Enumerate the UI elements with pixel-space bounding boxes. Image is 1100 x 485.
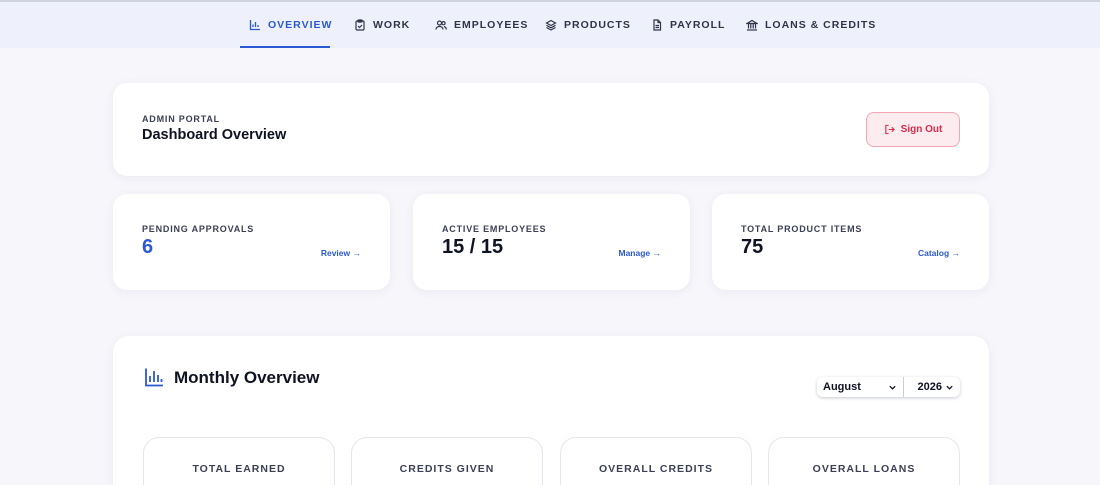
metric-label: OVERALL CREDITS (599, 463, 713, 475)
metric-overall-credits: OVERALL CREDITS (560, 437, 752, 485)
stat-value: 6 (142, 236, 154, 258)
tab-payroll-label: PAYROLL (670, 19, 726, 31)
active-tab-indicator (240, 46, 330, 48)
tab-payroll[interactable]: PAYROLL (651, 2, 725, 48)
stat-label: PENDING APPROVALS (142, 224, 255, 234)
review-link[interactable]: Review → (321, 248, 361, 258)
chevron-down-icon (946, 385, 953, 390)
bar-chart-icon (249, 20, 260, 31)
bar-chart-icon (145, 368, 163, 387)
section-title: Monthly Overview (174, 368, 320, 387)
portal-eyebrow: ADMIN PORTAL (142, 114, 220, 124)
chevron-down-icon (889, 385, 896, 390)
tab-work-label: WORK (373, 19, 411, 31)
page-title: Dashboard Overview (142, 127, 287, 143)
top-nav: OVERVIEW WORK EMPLOYEES PRODUCTS PAYROLL… (0, 2, 1100, 48)
tab-products-label: PRODUCTS (564, 19, 631, 31)
manage-link[interactable]: Manage → (618, 248, 661, 258)
tab-overview-label: OVERVIEW (268, 19, 333, 31)
tab-loans-credits-label: LOANS & CREDITS (765, 19, 877, 31)
stat-card-total-product-items: TOTAL PRODUCT ITEMS 75 Catalog → (712, 194, 989, 290)
metric-label: TOTAL EARNED (192, 463, 286, 475)
sign-out-button[interactable]: Sign Out (866, 112, 960, 147)
stat-label: ACTIVE EMPLOYEES (442, 224, 547, 234)
stat-card-active-employees: ACTIVE EMPLOYEES 15 / 15 Manage → (413, 194, 690, 290)
stat-card-pending-approvals: PENDING APPROVALS 6 Review → (113, 194, 390, 290)
year-value: 2026 (917, 381, 942, 393)
metric-label: CREDITS GIVEN (399, 463, 495, 475)
header-card: ADMIN PORTAL Dashboard Overview Sign Out (113, 83, 989, 176)
stat-label: TOTAL PRODUCT ITEMS (741, 224, 863, 234)
tab-loans-credits[interactable]: LOANS & CREDITS (746, 2, 876, 48)
period-selector: August 2026 (817, 377, 960, 397)
metric-label: OVERALL LOANS (812, 463, 916, 475)
metric-credits-given: CREDITS GIVEN (351, 437, 543, 485)
document-icon (653, 19, 662, 31)
month-value: August (823, 381, 861, 393)
sign-out-label: Sign Out (900, 124, 943, 135)
month-select[interactable]: August (817, 377, 904, 397)
logout-icon (884, 124, 895, 135)
users-icon (435, 20, 447, 30)
tab-employees-label: EMPLOYEES (454, 19, 529, 31)
stat-value: 75 (741, 236, 764, 258)
year-select[interactable]: 2026 (904, 377, 960, 397)
stat-value: 15 / 15 (442, 236, 504, 258)
tab-work[interactable]: WORK (354, 2, 410, 48)
catalog-link[interactable]: Catalog → (918, 248, 960, 258)
metric-total-earned: TOTAL EARNED (143, 437, 335, 485)
clipboard-icon (355, 19, 365, 31)
tab-products[interactable]: PRODUCTS (545, 2, 631, 48)
layers-icon (545, 19, 557, 31)
monthly-overview-card: Monthly Overview August 2026 TOTAL EARNE… (113, 336, 989, 485)
metric-overall-loans: OVERALL LOANS (768, 437, 960, 485)
bank-icon (746, 19, 758, 31)
tab-overview[interactable]: OVERVIEW (249, 2, 332, 48)
tab-employees[interactable]: EMPLOYEES (435, 2, 528, 48)
